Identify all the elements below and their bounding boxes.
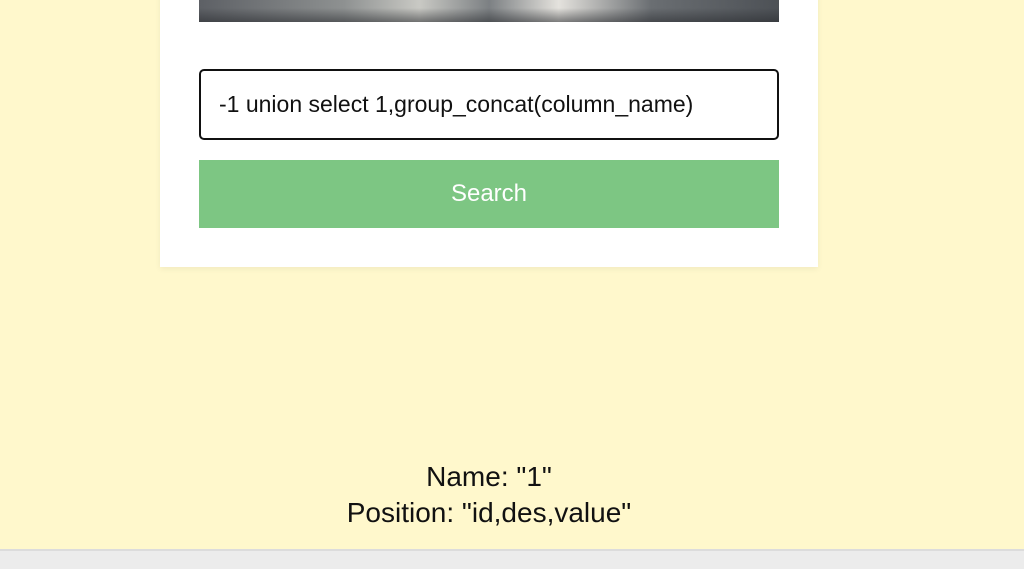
search-button[interactable]: Search xyxy=(199,160,779,228)
search-card: Search xyxy=(160,0,818,267)
result-name-label: Name: xyxy=(426,461,517,492)
result-position-row: Position: "id,des,value" xyxy=(0,495,978,531)
result-name-value: "1" xyxy=(516,461,552,492)
result-position-value: "id,des,value" xyxy=(461,497,632,528)
page: Search Name: "1" Position: "id,des,value… xyxy=(0,0,1024,569)
window-bottom-bar xyxy=(0,549,1024,569)
result-name-row: Name: "1" xyxy=(0,459,978,495)
character-image-shade xyxy=(199,8,779,22)
search-input[interactable] xyxy=(199,69,779,140)
result-position-label: Position: xyxy=(346,497,462,528)
query-results: Name: "1" Position: "id,des,value" xyxy=(0,459,978,531)
character-image xyxy=(199,0,779,22)
